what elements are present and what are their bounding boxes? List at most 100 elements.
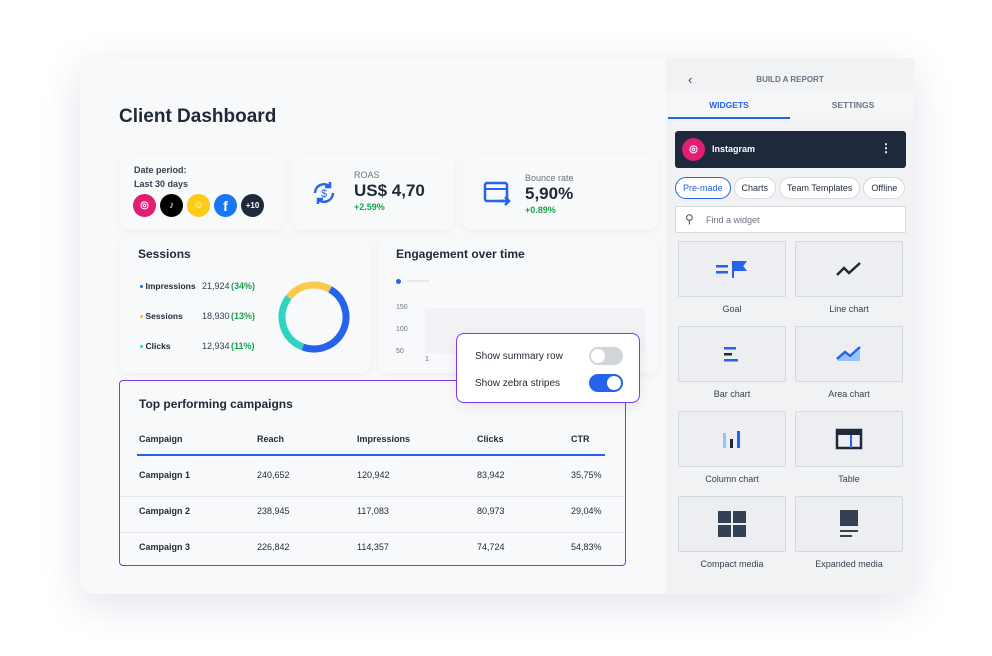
instagram-icon[interactable]: ◎ <box>133 194 156 217</box>
widget-label: Area chart <box>828 389 870 399</box>
column-chart-icon <box>721 429 743 449</box>
date-value[interactable]: Last 30 days <box>134 179 188 189</box>
header-divider <box>137 454 605 456</box>
sessions-item-pct: (13%) <box>231 311 256 321</box>
table-cell: 114,357 <box>357 542 389 552</box>
table-cell: 240,652 <box>257 470 290 480</box>
legend-dot <box>396 279 401 284</box>
zebra-stripes-toggle[interactable] <box>589 374 623 392</box>
tab-widgets[interactable]: WIDGETS <box>668 100 790 110</box>
table-cell: 80,973 <box>477 506 505 516</box>
chip-offline[interactable]: Offline <box>863 177 906 199</box>
sessions-title: Sessions <box>138 247 191 261</box>
widget-search-input[interactable]: ⚲ Find a widget <box>675 206 906 233</box>
sessions-item-label: Impressions <box>145 281 196 291</box>
snapchat-icon[interactable]: ☺ <box>187 194 210 217</box>
table-title: Top performing campaigns <box>139 397 293 411</box>
widget-tile-bar-chart[interactable] <box>678 326 786 382</box>
table-cell: 54,83% <box>571 542 602 552</box>
campaigns-table-widget[interactable]: Top performing campaigns Campaign Reach Im… <box>119 380 626 566</box>
table-cell: Campaign 1 <box>139 470 191 480</box>
widget-tile-goal[interactable] <box>678 241 786 297</box>
table-cell: 117,083 <box>357 506 389 516</box>
table-cell: 83,942 <box>477 470 505 480</box>
column-header[interactable]: Reach <box>257 434 284 444</box>
legend-line <box>407 280 429 282</box>
table-cell: 29,04% <box>571 506 602 516</box>
date-card: Date period: Last 30 days ◎ ♪ ☺ f +10 <box>120 155 284 230</box>
chip-team-templates[interactable]: Team Templates <box>779 177 861 199</box>
facebook-icon[interactable]: f <box>214 194 237 217</box>
browser-exit-icon <box>483 181 511 206</box>
search-placeholder: Find a widget <box>706 215 760 225</box>
line-chart-icon <box>835 260 863 278</box>
widget-tile-expanded-media[interactable] <box>795 496 903 552</box>
table-cell: Campaign 3 <box>139 542 191 552</box>
column-header[interactable]: CTR <box>571 434 590 444</box>
table-row[interactable]: Campaign 2 238,945 117,083 80,973 29,04% <box>120 497 625 533</box>
sessions-item-value: 18,930 <box>202 311 230 321</box>
svg-text:$: $ <box>321 188 327 200</box>
legend-dot <box>140 285 143 289</box>
sessions-item-label: Sessions <box>145 311 183 321</box>
legend-dot <box>140 345 143 349</box>
widget-label: Expanded media <box>815 559 883 569</box>
source-selector[interactable]: ◎ Instagram ⋮ <box>675 131 906 168</box>
donut-segment-clicks <box>278 281 350 353</box>
widget-label: Bar chart <box>713 389 751 399</box>
more-sources-badge[interactable]: +10 <box>241 194 264 217</box>
sessions-item-pct: (34%) <box>231 281 256 291</box>
area-chart-icon <box>835 345 863 363</box>
widget-tile-area-chart[interactable] <box>795 326 903 382</box>
table-cell: 120,942 <box>357 470 390 480</box>
sessions-item: Sessions 18,930 (13%) <box>140 311 260 321</box>
widget-label: Table <box>838 474 860 484</box>
instagram-icon: ◎ <box>682 138 705 161</box>
column-header[interactable]: Campaign <box>139 434 183 444</box>
sessions-item-label: Clicks <box>145 341 171 351</box>
bounce-label: Bounce rate <box>525 173 574 183</box>
bounce-change: +0.89% <box>525 205 556 215</box>
source-name: Instagram <box>712 144 756 154</box>
donut-segment-sessions <box>278 281 350 353</box>
table-cell: 238,945 <box>257 506 290 516</box>
widget-label: Goal <box>722 304 742 314</box>
table-row[interactable]: Campaign 3 226,842 114,357 74,724 54,83% <box>120 533 625 569</box>
column-header[interactable]: Clicks <box>477 434 504 444</box>
y-tick: 100 <box>396 326 408 333</box>
y-tick: 50 <box>396 348 404 355</box>
widget-tile-line-chart[interactable] <box>795 241 903 297</box>
bar-chart-icon <box>722 345 742 363</box>
roas-card: $ ROAS US$ 4,70 +2.59% <box>292 155 454 230</box>
widget-label: Compact media <box>700 559 764 569</box>
table-icon <box>835 428 863 450</box>
build-report-panel: ‹ BUILD A REPORT WIDGETS SETTINGS ◎ Inst… <box>666 58 914 594</box>
chip-charts[interactable]: Charts <box>733 177 777 199</box>
widget-tile-column-chart[interactable] <box>678 411 786 467</box>
chip-pre-made[interactable]: Pre-made <box>675 177 731 199</box>
column-header[interactable]: Impressions <box>357 434 410 444</box>
tab-settings[interactable]: SETTINGS <box>792 100 914 110</box>
summary-row-toggle[interactable] <box>589 347 623 365</box>
search-icon: ⚲ <box>685 212 694 226</box>
expanded-media-icon <box>838 509 860 539</box>
summary-row-label: Show summary row <box>475 351 563 362</box>
widget-label: Line chart <box>829 304 869 314</box>
engagement-title: Engagement over time <box>396 247 525 261</box>
roas-label: ROAS <box>354 170 380 180</box>
page-title: Client Dashboard <box>119 106 277 127</box>
y-tick: 150 <box>396 304 408 311</box>
widget-tile-table[interactable] <box>795 411 903 467</box>
x-tick: 1 <box>425 356 429 363</box>
tiktok-icon[interactable]: ♪ <box>160 194 183 217</box>
roas-change: +2.59% <box>354 202 385 212</box>
currency-exchange-icon: $ <box>313 182 335 204</box>
more-vertical-icon[interactable]: ⋮ <box>880 141 892 155</box>
legend-dot <box>140 315 143 319</box>
sessions-donut <box>278 281 350 353</box>
sessions-item-pct: (11%) <box>231 341 255 351</box>
widget-tile-compact-media[interactable] <box>678 496 786 552</box>
table-row[interactable]: Campaign 1 240,652 120,942 83,942 35,75% <box>120 461 625 497</box>
sessions-item: Impressions 21,924 (34%) <box>140 281 260 291</box>
table-cell: 35,75% <box>571 470 602 480</box>
